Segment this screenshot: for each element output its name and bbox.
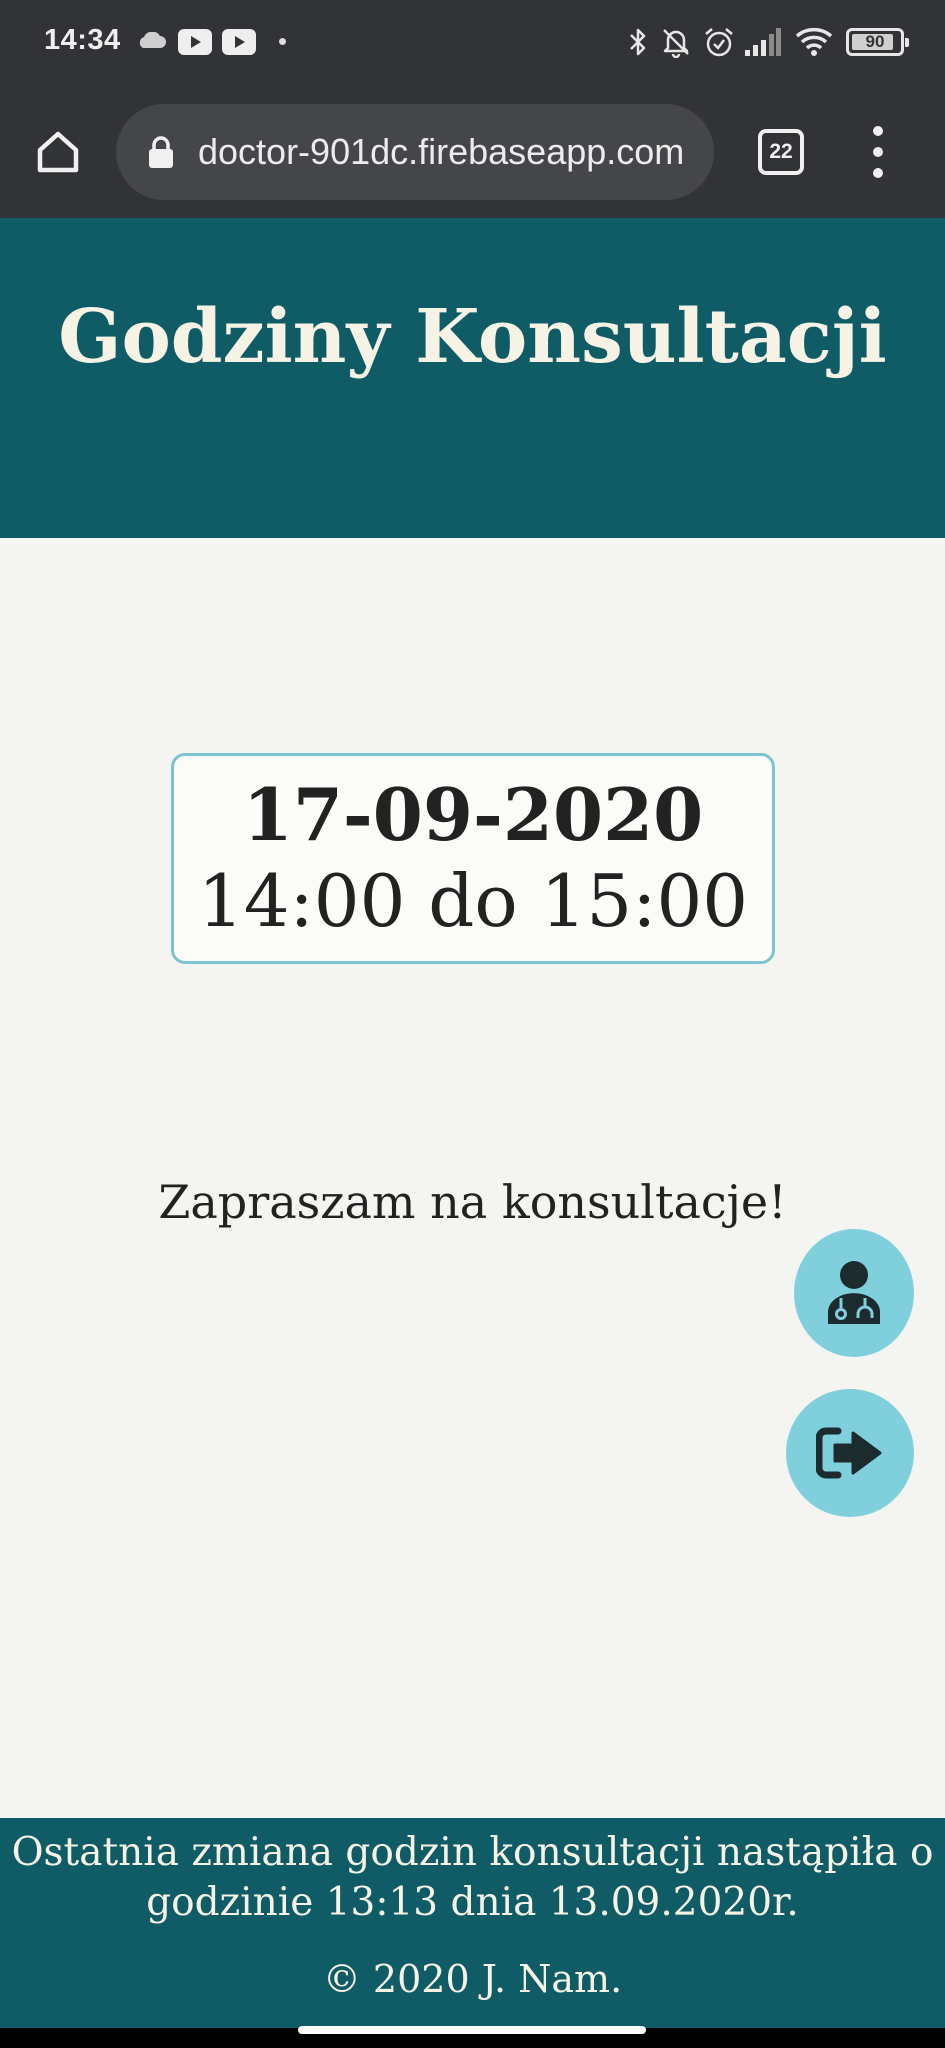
last-change-note-line2: godzinie 13:13 dnia 13.09.2020r. <box>146 1880 799 1925</box>
url-text[interactable]: doctor-901dc.firebaseapp.com <box>198 104 698 200</box>
copyright: © 2020 J. Nam. <box>322 1957 623 2001</box>
url-value: doctor-901dc.firebaseapp.com <box>198 131 685 172</box>
bell-muted-icon <box>663 29 689 58</box>
signal-icon <box>745 28 781 56</box>
more-vert-icon <box>873 168 883 178</box>
invite-text: Zapraszam na konsultacje! <box>158 1175 787 1229</box>
wifi-icon <box>795 28 833 56</box>
battery-text: 90 <box>865 32 885 51</box>
more-vert-icon <box>873 147 883 157</box>
bluetooth-icon <box>630 28 646 56</box>
status-bar: 14:34 90 <box>0 0 945 86</box>
page-header: Godziny Konsultacji <box>0 218 945 538</box>
youtube-icon <box>178 29 212 55</box>
lock-icon <box>149 136 173 168</box>
dot-icon <box>279 38 286 45</box>
doctor-icon <box>828 1261 880 1324</box>
logout-button[interactable] <box>786 1389 914 1517</box>
youtube-icon <box>222 29 256 55</box>
logout-icon <box>816 1427 882 1479</box>
consultation-card: 17-09-2020 14:00 do 15:00 <box>171 753 775 964</box>
doctor-button[interactable] <box>794 1229 914 1357</box>
more-menu-button[interactable] <box>860 126 896 178</box>
cloud-icon <box>139 32 166 48</box>
tab-count: 22 <box>769 140 793 163</box>
browser-toolbar: doctor-901dc.firebaseapp.com 22 <box>0 86 945 218</box>
home-indicator[interactable] <box>298 2026 646 2034</box>
tabs-button[interactable]: 22 <box>758 129 804 175</box>
home-button[interactable] <box>28 122 88 182</box>
address-bar[interactable]: doctor-901dc.firebaseapp.com <box>116 104 714 200</box>
page-title: Godziny Konsultacji <box>58 294 887 380</box>
home-icon <box>37 131 79 173</box>
alarm-icon <box>705 28 733 57</box>
last-change-note-line1: Ostatnia zmiana godzin konsultacji nastą… <box>11 1830 934 1875</box>
page-footer: Ostatnia zmiana godzin konsultacji nastą… <box>0 1818 945 2048</box>
status-time: 14:34 <box>44 24 121 56</box>
consultation-date: 17-09-2020 <box>242 772 704 857</box>
more-vert-icon <box>873 126 883 136</box>
battery-icon: 90 <box>846 28 909 56</box>
consultation-hours: 14:00 do 15:00 <box>197 859 749 943</box>
